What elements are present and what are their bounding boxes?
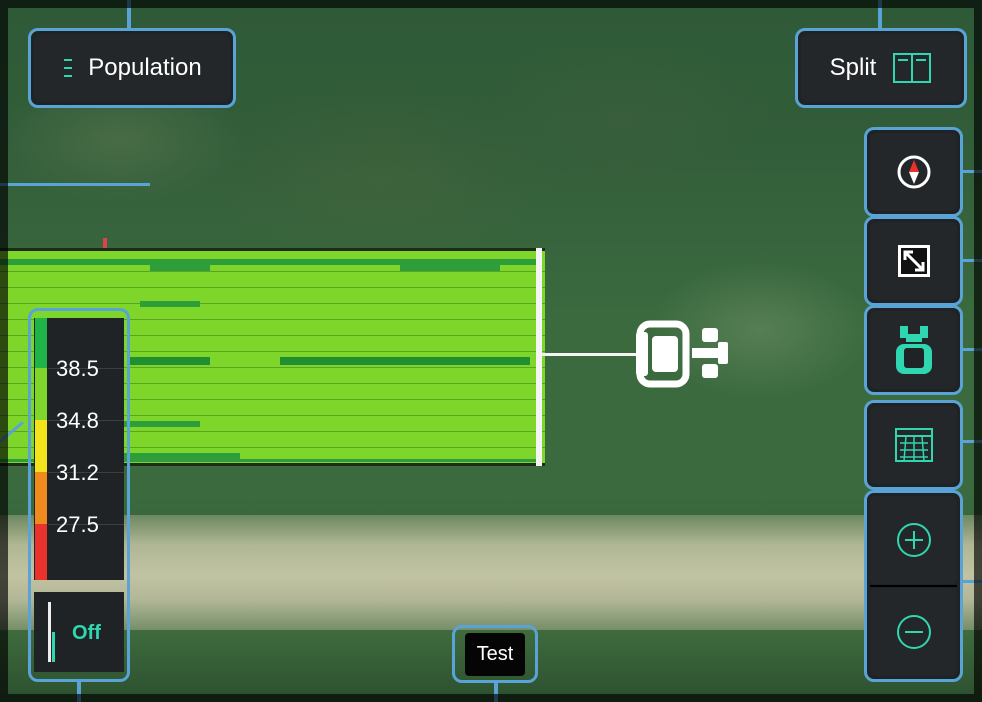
expand-icon [897, 245, 930, 277]
callout-line [960, 440, 982, 443]
legend-toggle-button[interactable]: Off [34, 592, 124, 672]
legend-value: 27.5 [56, 512, 99, 537]
compass-icon [897, 155, 930, 189]
split-label: Split [829, 54, 877, 81]
tractor-view-icon [895, 326, 932, 374]
legend-value: 31.2 [56, 460, 99, 485]
field-view-button[interactable] [864, 400, 963, 490]
test-mode-badge: Test [452, 625, 538, 683]
callout-line [960, 259, 982, 262]
plus-circle-icon [896, 523, 931, 557]
test-label: Test [464, 632, 526, 676]
legend-scale: 38.5 34.8 31.2 27.5 [34, 318, 124, 580]
zoom-controls [864, 490, 963, 682]
legend-value: 38.5 [56, 356, 99, 381]
callout-line [77, 682, 81, 702]
callout-line [960, 170, 982, 173]
boundary-marker [103, 238, 107, 248]
callout-line [494, 683, 498, 702]
legend-value: 34.8 [56, 408, 99, 433]
fit-extents-button[interactable] [864, 216, 963, 306]
callout-line [127, 0, 131, 28]
callout-line [878, 0, 882, 30]
legend-color-4 [35, 472, 47, 524]
grid-icon [894, 428, 933, 462]
tractor-icon [636, 320, 728, 388]
split-view-button[interactable]: Split [795, 28, 967, 108]
compass-button[interactable] [864, 127, 963, 217]
legend-color-3 [35, 420, 47, 472]
minus-circle-icon [896, 615, 931, 649]
split-view-icon [893, 53, 932, 83]
population-label: Population [88, 54, 202, 81]
legend-color-5 [35, 524, 47, 580]
toggle-label: Off [72, 622, 101, 644]
zoom-divider [870, 585, 957, 587]
callout-line [0, 183, 150, 186]
map-view[interactable]: Population Split 38.5 34.8 31.2 27.5 Off… [0, 0, 982, 702]
callout-line [960, 348, 982, 351]
callout-line [960, 580, 982, 583]
layer-list-icon [62, 57, 73, 79]
gravel-road [0, 515, 982, 635]
population-layer-button[interactable]: Population [28, 28, 236, 108]
implement-bar [536, 248, 542, 466]
follow-vehicle-button[interactable] [864, 305, 963, 395]
hitch-line [540, 353, 638, 356]
zoom-in-button[interactable] [870, 496, 957, 584]
population-legend[interactable]: 38.5 34.8 31.2 27.5 Off [28, 308, 130, 682]
legend-color-2 [35, 368, 47, 420]
zoom-out-button[interactable] [870, 588, 957, 676]
legend-color-1 [35, 318, 47, 368]
